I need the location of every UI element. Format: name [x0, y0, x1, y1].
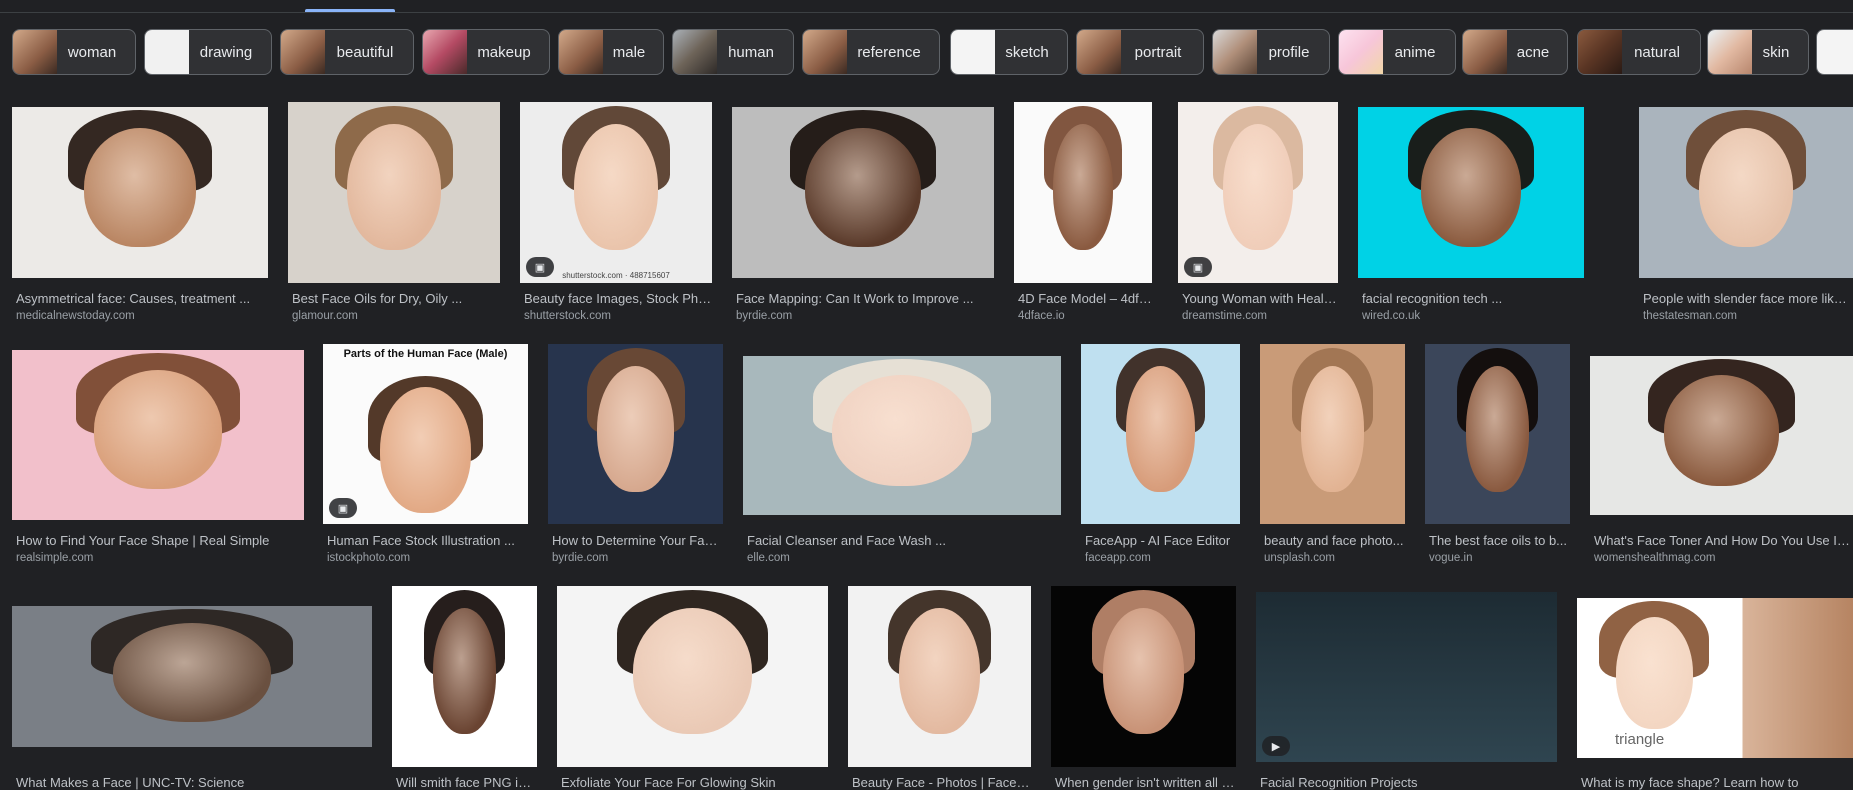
result-image — [743, 356, 1061, 515]
result-source: shutterstock.com — [524, 310, 611, 322]
result-title: The best face oils to b... — [1429, 533, 1568, 548]
result-image — [1081, 344, 1240, 524]
result-source: unsplash.com — [1264, 552, 1335, 564]
video-play-icon: ▶ — [1262, 736, 1290, 756]
result-image — [1425, 344, 1570, 524]
result-tile[interactable]: Parts of the Human Face (Male) ▣ Human F… — [323, 344, 528, 574]
result-tile[interactable]: What Makes a Face | UNC-TV: Science — [12, 586, 372, 790]
result-image: Parts of the Human Face (Male) ▣ — [323, 344, 528, 524]
result-tile[interactable]: Asymmetrical face: Causes, treatment ...… — [12, 101, 268, 331]
result-tile[interactable]: ▣ Young Woman with Healt... dreamstime.c… — [1178, 101, 1338, 331]
diagram-title: Parts of the Human Face (Male) — [343, 348, 508, 360]
result-source: vogue.in — [1429, 552, 1473, 564]
result-image — [732, 107, 994, 278]
result-tile[interactable]: Will smith face PNG im... — [392, 586, 537, 790]
result-image: shutterstock.com · 488715607 ▣ — [520, 102, 712, 283]
result-tile[interactable]: triangle What is my face shape? Learn ho… — [1577, 586, 1853, 790]
result-image — [12, 606, 372, 747]
result-title: Asymmetrical face: Causes, treatment ... — [16, 291, 251, 306]
result-source: dreamstime.com — [1182, 310, 1267, 322]
result-tile[interactable]: Face Mapping: Can It Work to Improve ...… — [732, 101, 994, 331]
result-image — [12, 350, 304, 520]
result-tile[interactable]: Exfoliate Your Face For Glowing Skin — [557, 586, 828, 790]
result-tile[interactable]: People with slender face more likely to … — [1639, 101, 1853, 331]
result-image — [848, 586, 1031, 767]
result-tile[interactable]: FaceApp - AI Face Editor faceapp.com — [1081, 344, 1240, 574]
result-tile[interactable]: How to Find Your Face Shape | Real Simpl… — [12, 344, 304, 574]
result-image — [1014, 102, 1152, 283]
result-tile[interactable]: How to Determine Your Face... byrdie.com — [548, 344, 723, 574]
result-tile[interactable]: What's Face Toner And How Do You Use It … — [1590, 344, 1853, 574]
result-tile[interactable]: 4D Face Model – 4dface 4dface.io — [1014, 101, 1152, 331]
result-title: Best Face Oils for Dry, Oily ... — [292, 291, 463, 306]
image-badge-icon: ▣ — [1184, 257, 1212, 277]
result-tile[interactable]: The best face oils to b... vogue.in — [1425, 344, 1570, 574]
result-source: istockphoto.com — [327, 552, 411, 564]
result-source: medicalnewstoday.com — [16, 310, 135, 322]
result-title: facial recognition tech ... — [1362, 291, 1503, 306]
result-image: triangle — [1577, 598, 1853, 758]
result-source: 4dface.io — [1018, 310, 1065, 322]
result-tile[interactable]: Beauty Face - Photos | Facebo... — [848, 586, 1031, 790]
result-title: FaceApp - AI Face Editor — [1085, 533, 1231, 548]
result-image: ▶ — [1256, 592, 1557, 762]
result-image — [1358, 107, 1584, 278]
result-title: Beauty face Images, Stock Phot... — [524, 291, 712, 306]
result-title: How to Find Your Face Shape | Real Simpl… — [16, 533, 270, 548]
image-badge-icon: ▣ — [526, 257, 554, 277]
result-source: faceapp.com — [1085, 552, 1151, 564]
result-tile[interactable]: shutterstock.com · 488715607 ▣ Beauty fa… — [520, 101, 712, 331]
result-source: wired.co.uk — [1362, 310, 1421, 322]
result-source: womenshealthmag.com — [1594, 552, 1716, 564]
result-tile[interactable]: Best Face Oils for Dry, Oily ... glamour… — [288, 101, 500, 331]
result-source: elle.com — [747, 552, 790, 564]
result-title: Facial Cleanser and Face Wash ... — [747, 533, 946, 548]
result-image — [1051, 586, 1236, 767]
result-title: How to Determine Your Face... — [552, 533, 723, 548]
result-source: realsimple.com — [16, 552, 94, 564]
result-tile[interactable]: beauty and face photo... unsplash.com — [1260, 344, 1405, 574]
result-source: glamour.com — [292, 310, 358, 322]
result-source: thestatesman.com — [1643, 310, 1737, 322]
result-tile[interactable]: When gender isn't written all o... — [1051, 586, 1236, 790]
result-title: Human Face Stock Illustration ... — [327, 533, 515, 548]
result-image — [557, 586, 828, 767]
result-title: 4D Face Model – 4dface — [1018, 291, 1152, 306]
result-image — [1639, 107, 1853, 278]
result-image — [1590, 356, 1853, 515]
shape-label: triangle — [1615, 731, 1665, 748]
result-image — [548, 344, 723, 524]
result-image — [392, 586, 537, 767]
image-badge-icon: ▣ — [329, 498, 357, 518]
result-tile[interactable]: ▶ Facial Recognition Projects — [1256, 586, 1557, 790]
result-source: byrdie.com — [736, 310, 793, 322]
result-image: ▣ — [1178, 102, 1338, 283]
result-title: beauty and face photo... — [1264, 533, 1404, 548]
result-image — [1260, 344, 1405, 524]
result-title: Young Woman with Healt... — [1182, 291, 1338, 306]
result-image — [288, 102, 500, 283]
image-results-grid: Asymmetrical face: Causes, treatment ...… — [0, 0, 1853, 790]
result-title: What's Face Toner And How Do You Use It … — [1594, 533, 1853, 548]
result-title: Face Mapping: Can It Work to Improve ... — [736, 291, 974, 306]
result-image — [12, 107, 268, 278]
result-tile[interactable]: facial recognition tech ... wired.co.uk — [1358, 101, 1584, 331]
result-source: byrdie.com — [552, 552, 609, 564]
result-title: People with slender face more likely to — [1643, 291, 1853, 306]
watermark-text: shutterstock.com · 488715607 — [562, 271, 670, 280]
result-tile[interactable]: Facial Cleanser and Face Wash ... elle.c… — [743, 344, 1061, 574]
